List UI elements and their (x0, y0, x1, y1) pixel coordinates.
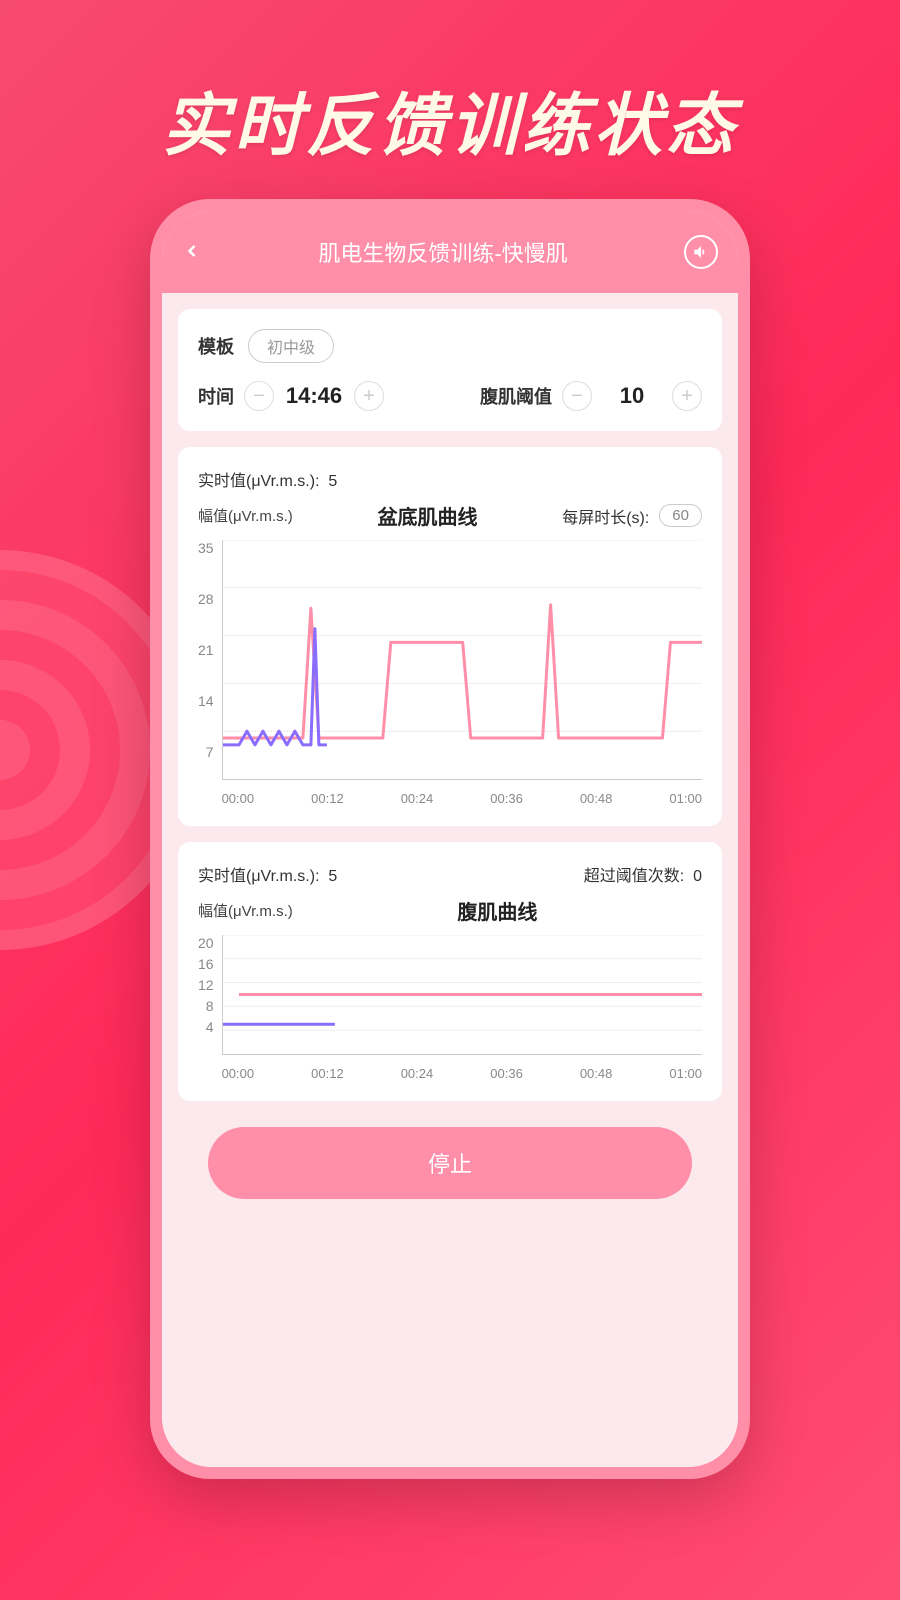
c2-title: 腹肌曲线 (457, 896, 537, 925)
sound-toggle-icon[interactable] (684, 235, 718, 269)
app-header: 肌电生物反馈训练-快慢肌 (162, 211, 738, 293)
template-label: 模板 (198, 333, 234, 359)
c2-x-axis: 00:0000:1200:2400:3600:4801:00 (222, 1060, 702, 1081)
c2-realtime-value: 5 (328, 868, 337, 885)
abdominal-chart (222, 935, 702, 1055)
c1-title: 盆底肌曲线 (377, 501, 477, 530)
c1-y-label: 幅值(μVr.m.s.) (198, 505, 293, 526)
c1-x-axis: 00:0000:1200:2400:3600:4801:00 (222, 785, 702, 806)
threshold-label: 腹肌阈值 (480, 383, 552, 409)
c1-y-axis: 352821147 (198, 540, 214, 780)
stop-button[interactable]: 停止 (208, 1127, 692, 1199)
c2-realtime-label: 实时值(μVr.m.s.): (198, 868, 320, 885)
c2-exceed-value: 0 (693, 868, 702, 885)
time-increment-button[interactable]: + (354, 381, 384, 411)
phone-frame: 肌电生物反馈训练-快慢肌 模板 初中级 时间 − 14:46 + (150, 199, 750, 1479)
c2-exceed-label: 超过阈值次数: (584, 868, 684, 885)
abdominal-chart-card: 实时值(μVr.m.s.): 5 超过阈值次数: 0 幅值(μVr.m.s.) … (178, 842, 722, 1101)
time-decrement-button[interactable]: − (244, 381, 274, 411)
threshold-value: 10 (602, 383, 662, 409)
screen-duration-selector[interactable]: 60 (659, 504, 702, 527)
c1-realtime-label: 实时值(μVr.m.s.): (198, 473, 320, 490)
pelvic-chart (222, 540, 702, 780)
back-button[interactable] (182, 236, 202, 268)
c1-realtime-value: 5 (328, 473, 337, 490)
time-label: 时间 (198, 383, 234, 409)
controls-card: 模板 初中级 时间 − 14:46 + 腹肌阈值 − 10 + (178, 309, 722, 431)
c2-y-label: 幅值(μVr.m.s.) (198, 900, 293, 921)
hero-title: 实时反馈训练状态 (0, 0, 900, 199)
phone-screen: 肌电生物反馈训练-快慢肌 模板 初中级 时间 − 14:46 + (162, 211, 738, 1467)
threshold-increment-button[interactable]: + (672, 381, 702, 411)
time-value: 14:46 (284, 383, 344, 409)
threshold-decrement-button[interactable]: − (562, 381, 592, 411)
c2-y-axis: 20161284 (198, 935, 214, 1055)
page-title: 肌电生物反馈训练-快慢肌 (318, 236, 567, 268)
pelvic-chart-card: 实时值(μVr.m.s.): 5 幅值(μVr.m.s.) 盆底肌曲线 每屏时长… (178, 447, 722, 826)
c1-dur-label: 每屏时长(s): (562, 504, 649, 528)
template-selector[interactable]: 初中级 (248, 329, 334, 363)
content-area: 模板 初中级 时间 − 14:46 + 腹肌阈值 − 10 + (162, 293, 738, 1467)
